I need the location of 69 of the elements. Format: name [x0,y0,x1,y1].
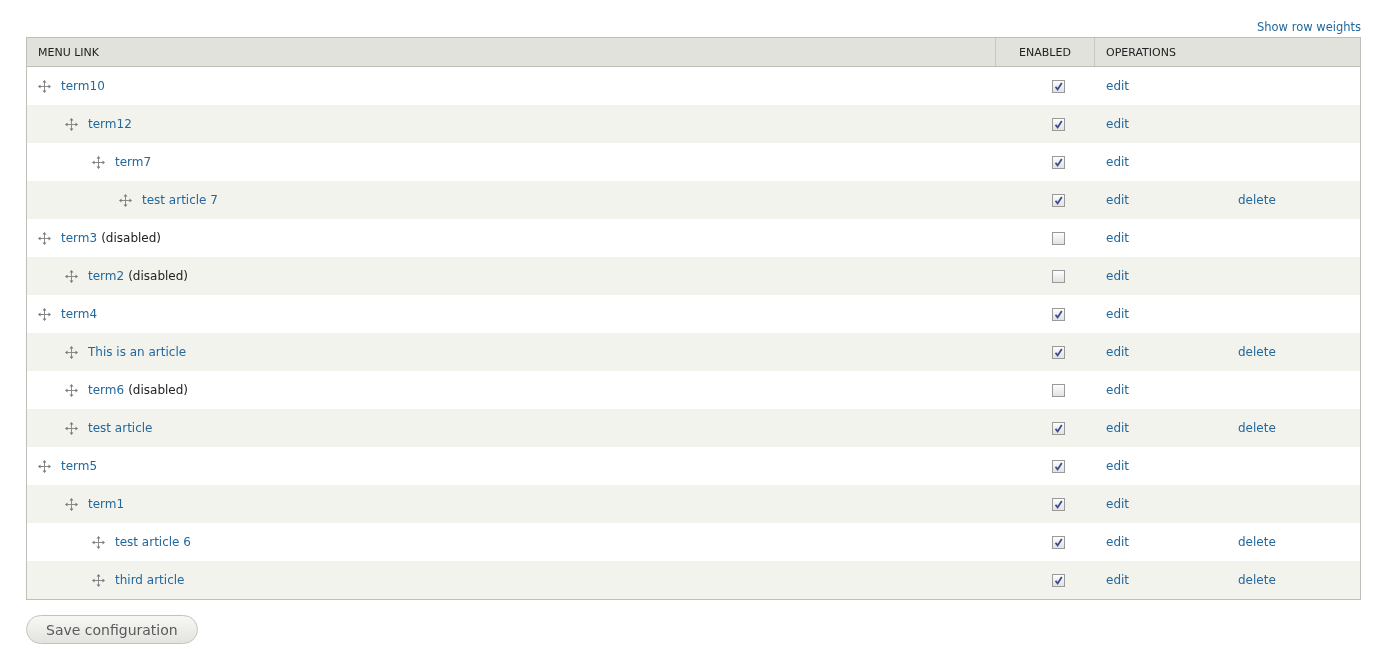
enabled-checkbox[interactable] [1052,231,1065,245]
enabled-checkbox[interactable] [1052,307,1065,321]
edit-link[interactable]: edit [1106,269,1130,283]
menu-link[interactable]: term5 [61,459,98,473]
delete-link[interactable]: delete [1238,193,1276,207]
edit-link[interactable]: edit [1106,573,1130,587]
menu-link[interactable]: test article [88,421,153,435]
disabled-label: (disabled) [128,269,188,283]
drag-handle-icon[interactable] [65,345,78,359]
drag-handle-icon[interactable] [38,459,51,473]
enabled-checkbox[interactable] [1052,421,1065,435]
enabled-checkbox[interactable] [1052,535,1065,549]
menu-link[interactable]: term6 [88,383,125,397]
menu-link[interactable]: test article 6 [115,535,191,549]
edit-link[interactable]: edit [1106,497,1130,511]
drag-handle-icon[interactable] [38,231,51,245]
delete-link[interactable]: delete [1238,421,1276,435]
edit-link[interactable]: edit [1106,79,1130,93]
drag-handle-icon[interactable] [65,117,78,131]
column-header: OPERATIONS [1106,45,1176,59]
drag-handle-icon[interactable] [38,307,51,321]
drag-handle-icon[interactable] [92,155,105,169]
edit-link[interactable]: edit [1106,421,1130,435]
edit-link[interactable]: edit [1106,155,1130,169]
enabled-checkbox[interactable] [1052,497,1065,511]
edit-link[interactable]: edit [1106,307,1130,321]
menu-link[interactable]: term3 [61,231,98,245]
menu-link[interactable]: This is an article [88,345,187,359]
menu-link[interactable]: term7 [115,155,152,169]
enabled-checkbox[interactable] [1052,459,1065,473]
menu-link[interactable]: term1 [88,497,125,511]
delete-link[interactable]: delete [1238,535,1276,549]
edit-link[interactable]: edit [1106,345,1130,359]
show-row-weights-link[interactable]: Show row weights [1256,19,1361,34]
drag-handle-icon[interactable] [92,573,105,587]
edit-link[interactable]: edit [1106,383,1130,397]
drag-handle-icon[interactable] [65,269,78,283]
edit-link[interactable]: edit [1106,535,1130,549]
drag-handle-icon[interactable] [119,193,132,207]
menu-link[interactable]: term4 [61,307,98,321]
menu-link[interactable]: test article 7 [142,193,218,207]
menu-link[interactable]: term2 [88,269,125,283]
delete-link[interactable]: delete [1238,573,1276,587]
enabled-checkbox[interactable] [1052,383,1065,397]
enabled-checkbox[interactable] [1052,117,1065,131]
enabled-checkbox[interactable] [1052,79,1065,93]
edit-link[interactable]: edit [1106,117,1130,131]
menu-link[interactable]: term10 [61,79,105,93]
disabled-label: (disabled) [101,231,161,245]
enabled-checkbox[interactable] [1052,193,1065,207]
enabled-checkbox[interactable] [1052,155,1065,169]
drag-handle-icon[interactable] [65,421,78,435]
enabled-checkbox[interactable] [1052,573,1065,587]
column-header: ENABLED [1019,45,1071,59]
disabled-label: (disabled) [128,383,188,397]
delete-link[interactable]: delete [1238,345,1276,359]
drag-handle-icon[interactable] [65,497,78,511]
menu-link[interactable]: third article [115,573,185,587]
enabled-checkbox[interactable] [1052,269,1065,283]
edit-link[interactable]: edit [1106,193,1130,207]
enabled-checkbox[interactable] [1052,345,1065,359]
menu-link[interactable]: term12 [88,117,132,131]
edit-link[interactable]: edit [1106,231,1130,245]
drag-handle-icon[interactable] [92,535,105,549]
save-button[interactable]: Save configuration [26,615,198,644]
edit-link[interactable]: edit [1106,459,1130,473]
drag-handle-icon[interactable] [38,79,51,93]
column-header: MENU LINK [38,45,100,59]
drag-handle-icon[interactable] [65,383,78,397]
